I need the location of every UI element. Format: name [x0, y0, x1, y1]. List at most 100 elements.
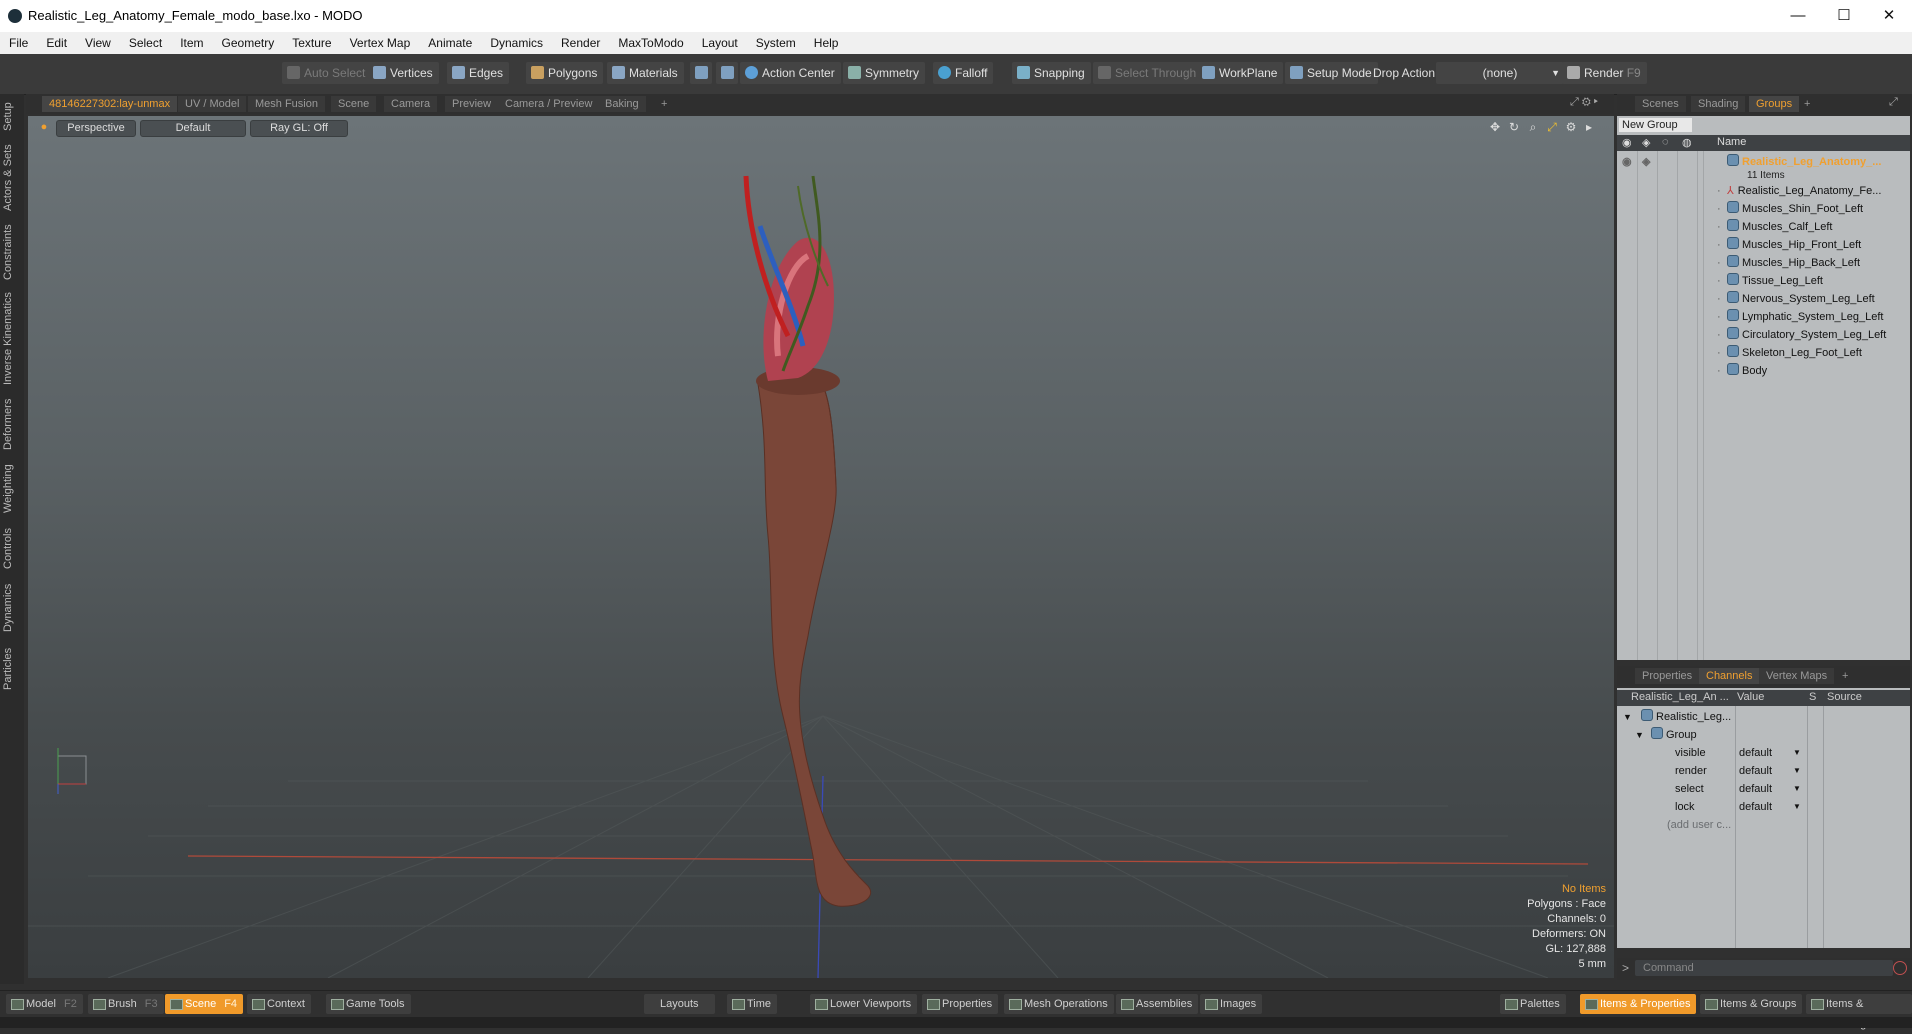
snap-tool-a-button[interactable]: [690, 62, 712, 84]
mesh-operations-button[interactable]: Mesh Operations: [1004, 994, 1114, 1014]
auto-select-button[interactable]: Auto Select: [282, 62, 372, 84]
channels-root-row[interactable]: ▼ Realistic_Leg...: [1617, 708, 1910, 726]
materials-button[interactable]: Materials: [607, 62, 684, 84]
render-eye-icon[interactable]: ◈: [1642, 153, 1650, 171]
context-layout-button[interactable]: Context: [247, 994, 311, 1014]
snap-tool-b-button[interactable]: [716, 62, 738, 84]
menu-system[interactable]: System: [747, 36, 805, 50]
expand-arrow-icon[interactable]: ▼: [1623, 708, 1632, 726]
close-button[interactable]: ✕: [1866, 0, 1912, 32]
images-button[interactable]: Images: [1200, 994, 1263, 1014]
menu-view[interactable]: View: [76, 36, 120, 50]
group-item[interactable]: · Muscles_Hip_Front_Left: [1617, 236, 1910, 254]
items-groups-layout-button[interactable]: Items & Groups: [1700, 994, 1803, 1014]
menu-item[interactable]: Item: [171, 36, 212, 50]
menu-dynamics[interactable]: Dynamics: [481, 36, 552, 50]
tab-baking[interactable]: Baking: [598, 96, 646, 112]
brush-layout-button[interactable]: Brush F3: [88, 994, 164, 1014]
add-panel-tab-button[interactable]: +: [1797, 96, 1817, 112]
record-icon[interactable]: [1893, 961, 1907, 975]
tab-mesh-fusion[interactable]: Mesh Fusion: [248, 96, 325, 112]
group-item[interactable]: · Muscles_Calf_Left: [1617, 218, 1910, 236]
tab-layout-unmax[interactable]: 48146227302:lay-unmax: [42, 96, 178, 112]
group-item[interactable]: · Lymphatic_System_Leg_Left: [1617, 308, 1910, 326]
menu-select[interactable]: Select: [120, 36, 171, 50]
add-user-channel-row[interactable]: (add user c...: [1617, 816, 1910, 834]
menu-help[interactable]: Help: [805, 36, 848, 50]
new-group-button[interactable]: New Group: [1619, 118, 1692, 132]
menu-animate[interactable]: Animate: [419, 36, 481, 50]
snapping-button[interactable]: Snapping: [1012, 62, 1091, 84]
select-through-button[interactable]: Select Through: [1093, 62, 1203, 84]
tab-channels[interactable]: Channels: [1699, 668, 1760, 684]
tab-properties[interactable]: Properties: [1635, 668, 1700, 684]
tab-constraints[interactable]: Constraints: [2, 220, 22, 284]
tab-weighting[interactable]: Weighting: [2, 460, 22, 518]
tab-controls[interactable]: Controls: [2, 524, 22, 574]
assemblies-button[interactable]: Assemblies: [1116, 994, 1199, 1014]
vertices-button[interactable]: Vertices: [368, 62, 439, 84]
eye-icon[interactable]: ◉: [1622, 136, 1632, 149]
chevron-down-icon[interactable]: ▼: [1793, 762, 1801, 780]
layouts-button[interactable]: Layouts: [644, 994, 715, 1014]
render-button[interactable]: Render F9: [1562, 62, 1647, 84]
edges-button[interactable]: Edges: [447, 62, 510, 84]
tab-scenes[interactable]: Scenes: [1635, 96, 1686, 112]
setup-mode-button[interactable]: Setup Mode: [1285, 62, 1378, 84]
polygons-button[interactable]: Polygons: [526, 62, 604, 84]
group-item[interactable]: · Nervous_System_Leg_Left: [1617, 290, 1910, 308]
group-item[interactable]: · Muscles_Hip_Back_Left: [1617, 254, 1910, 272]
symmetry-button[interactable]: Symmetry: [843, 62, 925, 84]
scene-layout-button[interactable]: Scene F4: [165, 994, 244, 1014]
3d-viewport[interactable]: ● Perspective Default Ray GL: Off ✥ ↻ ⌕ …: [28, 116, 1614, 978]
group-item[interactable]: · Skeleton_Leg_Foot_Left: [1617, 344, 1910, 362]
tab-deformers[interactable]: Deformers: [2, 394, 22, 454]
expand-icon[interactable]: ⤢ ⚙ ▸: [1570, 96, 1598, 109]
action-center-button[interactable]: Action Center: [740, 62, 841, 84]
tab-vertex-maps[interactable]: Vertex Maps: [1759, 668, 1835, 684]
properties-button[interactable]: Properties: [922, 994, 999, 1014]
channel-row-visible[interactable]: visible default ▼: [1617, 744, 1910, 762]
visibility-eye-icon[interactable]: ◉: [1622, 153, 1632, 171]
tab-inverse-kinematics[interactable]: Inverse Kinematics: [2, 290, 22, 388]
menu-edit[interactable]: Edit: [37, 36, 76, 50]
chevron-down-icon[interactable]: ▼: [1793, 798, 1801, 816]
group-item[interactable]: · ⅄ Realistic_Leg_Anatomy_Fe...: [1617, 182, 1910, 200]
chevron-down-icon[interactable]: ▼: [1793, 744, 1801, 762]
model-layout-button[interactable]: Model F2: [6, 994, 83, 1014]
menu-file[interactable]: File: [0, 36, 37, 50]
tab-setup[interactable]: Setup: [2, 98, 22, 136]
lock-icon[interactable]: ◌: [1662, 136, 1669, 148]
tab-scene[interactable]: Scene: [331, 96, 377, 112]
falloff-button[interactable]: Falloff: [933, 62, 994, 84]
menu-layout[interactable]: Layout: [693, 36, 747, 50]
maximize-button[interactable]: ☐: [1821, 0, 1867, 32]
palettes-button[interactable]: Palettes: [1500, 994, 1566, 1014]
add-tab-button[interactable]: +: [654, 96, 674, 112]
menu-vertex-map[interactable]: Vertex Map: [341, 36, 420, 50]
time-button[interactable]: Time: [727, 994, 778, 1014]
select-toggle-icon[interactable]: ◍: [1682, 136, 1692, 149]
group-item[interactable]: · Muscles_Shin_Foot_Left: [1617, 200, 1910, 218]
tab-camera[interactable]: Camera: [384, 96, 438, 112]
items-properties-layout-button[interactable]: Items & Properties: [1580, 994, 1697, 1014]
tab-actors-sets[interactable]: Actors & Sets: [2, 142, 22, 214]
channels-group-row[interactable]: ▼ Group: [1617, 726, 1910, 744]
menu-maxtomodo[interactable]: MaxToModo: [609, 36, 692, 50]
expand-arrow-icon[interactable]: ▼: [1635, 726, 1644, 744]
tab-particles[interactable]: Particles: [2, 642, 22, 696]
tab-groups[interactable]: Groups: [1749, 96, 1800, 112]
channel-row-lock[interactable]: lock default ▼: [1617, 798, 1910, 816]
menu-render[interactable]: Render: [552, 36, 609, 50]
minimize-button[interactable]: —: [1775, 0, 1821, 32]
chevron-down-icon[interactable]: ▼: [1793, 780, 1801, 798]
game-tools-layout-button[interactable]: Game Tools: [326, 994, 411, 1014]
tab-preview[interactable]: Preview: [445, 96, 499, 112]
tab-uv-model[interactable]: UV / Model: [178, 96, 247, 112]
tab-camera-preview[interactable]: Camera / Preview: [498, 96, 600, 112]
add-properties-tab-button[interactable]: +: [1835, 668, 1855, 684]
items-shading-layout-button[interactable]: Items & Shading: [1806, 994, 1912, 1030]
command-input[interactable]: Command: [1635, 960, 1893, 976]
channel-row-select[interactable]: select default ▼: [1617, 780, 1910, 798]
menu-geometry[interactable]: Geometry: [213, 36, 284, 50]
